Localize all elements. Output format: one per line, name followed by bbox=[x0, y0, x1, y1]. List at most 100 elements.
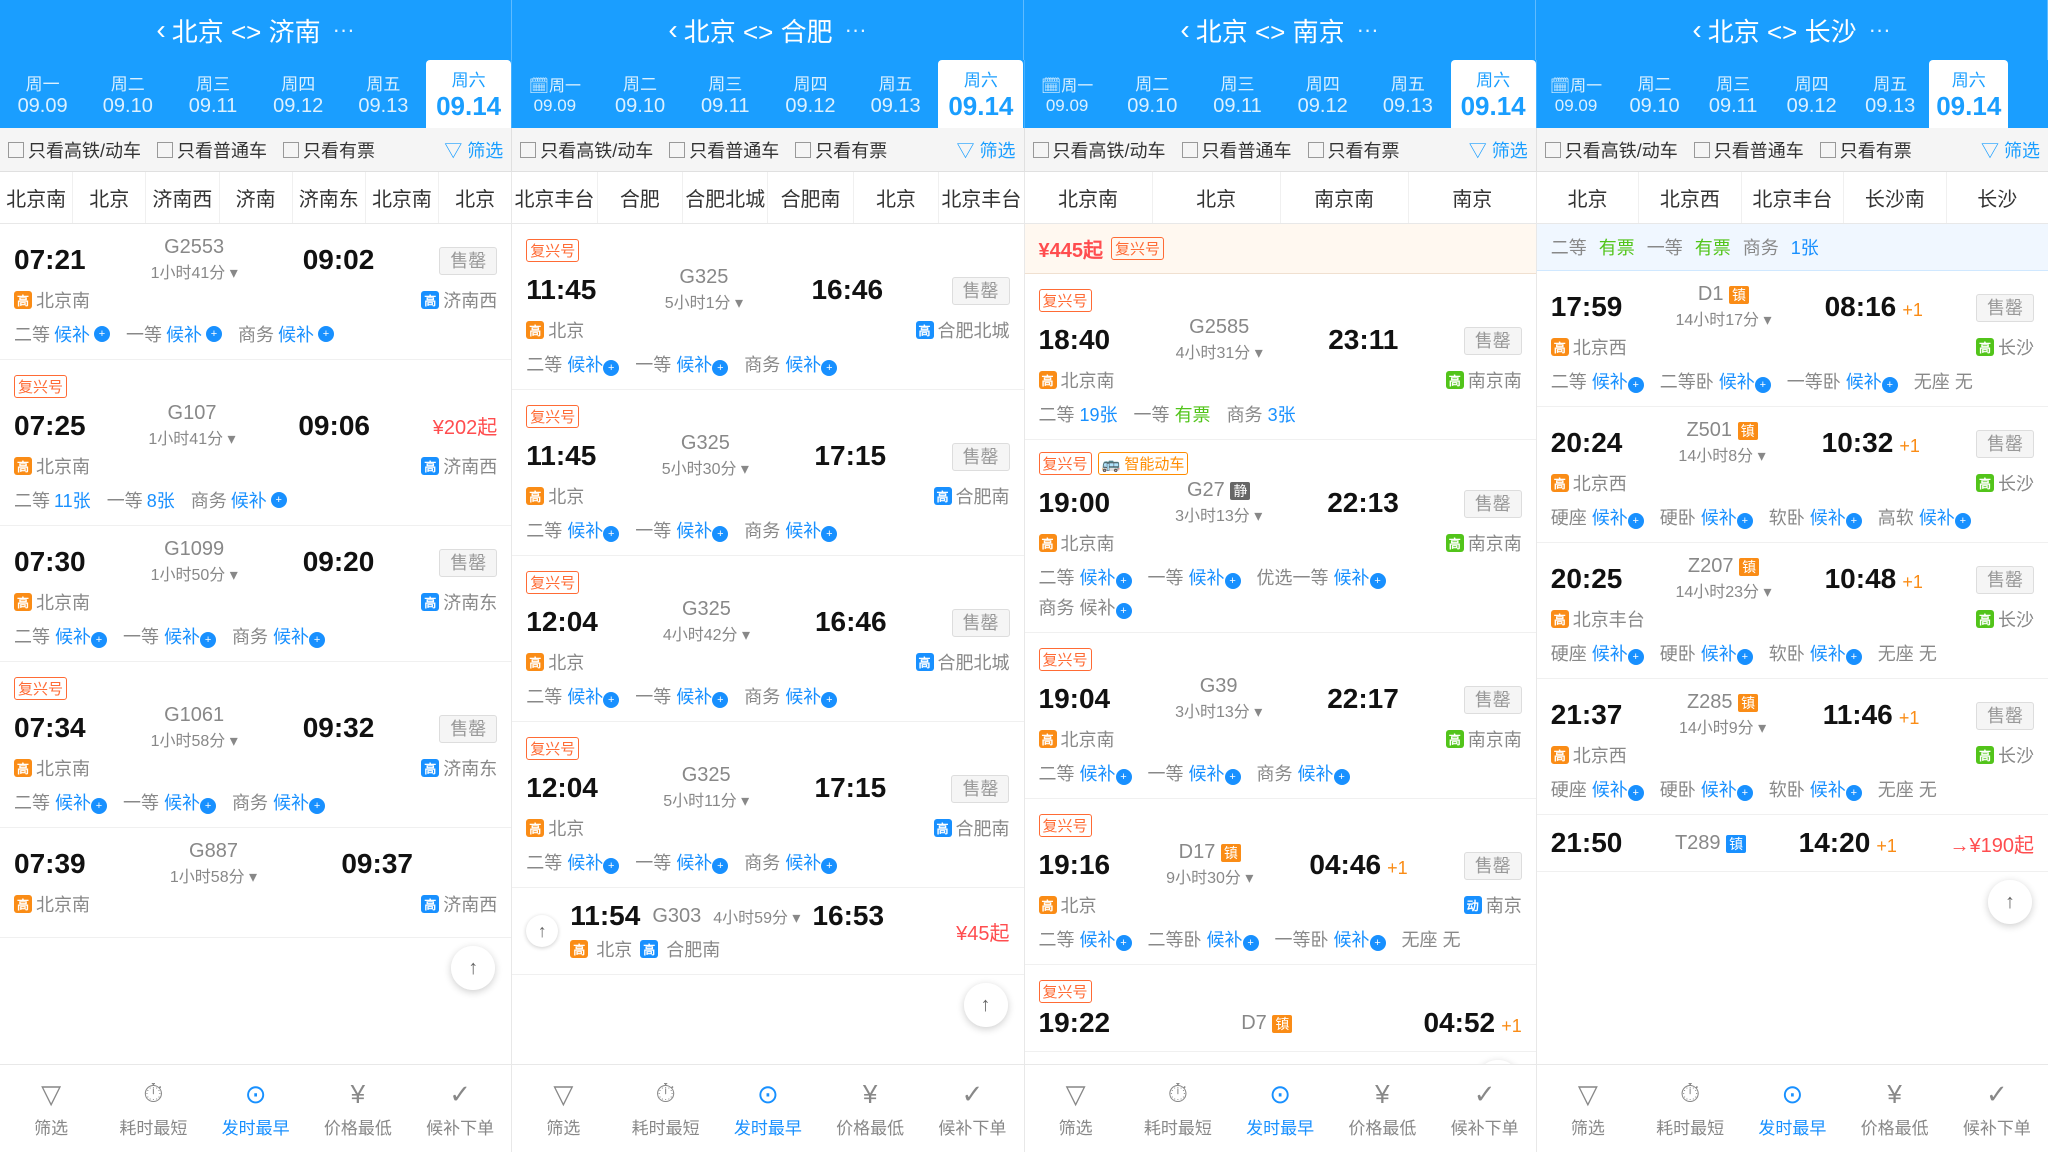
station-1-5[interactable]: 济南东 bbox=[293, 172, 366, 223]
train-card-4-3[interactable]: 20:25 Z207 镇 14小时23分 ▾ 10:48 +1 售罄 高 北京丰… bbox=[1537, 543, 2048, 679]
day-1-mon[interactable]: 周一09.09 bbox=[0, 60, 85, 128]
check-gaotie-2[interactable]: 只看高铁/动车 bbox=[520, 137, 653, 163]
station-1-6[interactable]: 北京南 bbox=[366, 172, 439, 223]
back-icon-1[interactable]: ‹ bbox=[156, 14, 165, 46]
train-card-1-4[interactable]: 复兴号 07:34 G1061 1小时58分 ▾ 09:32 售罄 高 北京南 bbox=[0, 662, 511, 828]
station-1-2[interactable]: 北京 bbox=[73, 172, 146, 223]
day-1-fri[interactable]: 周五09.13 bbox=[341, 60, 426, 128]
train-card-3-3[interactable]: 复兴号 19:04 G39 3小时13分 ▾ 22:17 售罄 高 北京南 bbox=[1025, 633, 1536, 799]
route-tab-bj-nj[interactable]: ‹ 北京 <> 南京 ··· bbox=[1024, 0, 1536, 60]
toolbar-duration-4[interactable]: ⏱ 耗时最短 bbox=[1639, 1065, 1741, 1152]
day-3-tue[interactable]: 周二09.10 bbox=[1110, 60, 1195, 128]
day-2-mon[interactable]: 🗓周一09.09 bbox=[512, 60, 597, 128]
train-card-2-2[interactable]: 复兴号 11:45 G325 5小时30分 ▾ 17:15 售罄 高 北京 bbox=[512, 390, 1023, 556]
checkbox-gaotie-1[interactable] bbox=[8, 142, 24, 158]
station-2-3[interactable]: 合肥北城 bbox=[683, 172, 768, 223]
checkbox-putong-4[interactable] bbox=[1694, 142, 1710, 158]
station-1-4[interactable]: 济南 bbox=[220, 172, 293, 223]
route-tab-bj-cs[interactable]: ‹ 北京 <> 长沙 ··· bbox=[1536, 0, 2048, 60]
day-3-wed[interactable]: 周三09.11 bbox=[1195, 60, 1280, 128]
train-card-2-5[interactable]: ↑ 11:54 G303 4小时59分 ▾ 16:53 高 北京 高 合肥南 bbox=[512, 888, 1023, 975]
day-2-thu[interactable]: 周四09.12 bbox=[768, 60, 853, 128]
day-1-wed[interactable]: 周三09.11 bbox=[170, 60, 255, 128]
station-3-2[interactable]: 北京 bbox=[1153, 172, 1281, 223]
toolbar-earliest-1[interactable]: ⊙ 发时最早 bbox=[205, 1065, 307, 1152]
station-3-4[interactable]: 南京 bbox=[1409, 172, 1536, 223]
check-putong-3[interactable]: 只看普通车 bbox=[1182, 137, 1292, 163]
day-2-wed[interactable]: 周三09.11 bbox=[683, 60, 768, 128]
toolbar-price-3[interactable]: ¥ 价格最低 bbox=[1331, 1065, 1433, 1152]
station-3-3[interactable]: 南京南 bbox=[1281, 172, 1409, 223]
toolbar-filter-3[interactable]: ▽ 筛选 bbox=[1025, 1065, 1127, 1152]
day-1-thu[interactable]: 周四09.12 bbox=[256, 60, 341, 128]
station-2-6[interactable]: 北京丰台 bbox=[939, 172, 1023, 223]
more-icon-1[interactable]: ··· bbox=[333, 17, 355, 43]
toolbar-waitbook-4[interactable]: ✓ 候补下单 bbox=[1946, 1065, 2048, 1152]
check-ticket-1[interactable]: 只看有票 bbox=[283, 137, 375, 163]
filter-btn-4[interactable]: ▽ 筛选 bbox=[1981, 137, 2040, 163]
day-4-fri[interactable]: 周五09.13 bbox=[1851, 60, 1930, 128]
toolbar-price-4[interactable]: ¥ 价格最低 bbox=[1844, 1065, 1946, 1152]
toolbar-waitbook-2[interactable]: ✓ 候补下单 bbox=[921, 1065, 1023, 1152]
filter-btn-3[interactable]: ▽ 筛选 bbox=[1469, 137, 1528, 163]
day-3-thu[interactable]: 周四09.12 bbox=[1280, 60, 1365, 128]
toolbar-duration-3[interactable]: ⏱ 耗时最短 bbox=[1127, 1065, 1229, 1152]
station-4-5[interactable]: 长沙 bbox=[1947, 172, 2048, 223]
day-2-sat[interactable]: 周六09.14 bbox=[938, 60, 1023, 128]
route-tab-bj-hf[interactable]: ‹ 北京 <> 合肥 ··· bbox=[512, 0, 1024, 60]
train-card-2-4[interactable]: 复兴号 12:04 G325 5小时11分 ▾ 17:15 售罄 高 北京 bbox=[512, 722, 1023, 888]
checkbox-ticket-2[interactable] bbox=[795, 142, 811, 158]
station-2-2[interactable]: 合肥 bbox=[598, 172, 683, 223]
station-4-3[interactable]: 北京丰台 bbox=[1742, 172, 1844, 223]
filter-btn-2[interactable]: ▽ 筛选 bbox=[956, 137, 1015, 163]
checkbox-ticket-1[interactable] bbox=[283, 142, 299, 158]
day-1-sat[interactable]: 周六09.14 bbox=[426, 60, 511, 128]
station-1-3[interactable]: 济南西 bbox=[146, 172, 219, 223]
scroll-up-btn-2[interactable]: ↑ bbox=[964, 983, 1008, 1027]
more-icon-3[interactable]: ··· bbox=[1357, 17, 1379, 43]
day-4-thu[interactable]: 周四09.12 bbox=[1772, 60, 1851, 128]
day-4-sat[interactable]: 周六09.14 bbox=[1929, 60, 2008, 128]
more-icon-4[interactable]: ··· bbox=[1869, 17, 1891, 43]
toolbar-duration-2[interactable]: ⏱ 耗时最短 bbox=[615, 1065, 717, 1152]
checkbox-gaotie-2[interactable] bbox=[520, 142, 536, 158]
more-icon-2[interactable]: ··· bbox=[845, 17, 867, 43]
check-ticket-2[interactable]: 只看有票 bbox=[795, 137, 887, 163]
back-icon-3[interactable]: ‹ bbox=[1180, 14, 1189, 46]
day-3-fri[interactable]: 周五09.13 bbox=[1365, 60, 1450, 128]
back-icon-4[interactable]: ‹ bbox=[1692, 14, 1701, 46]
checkbox-ticket-4[interactable] bbox=[1820, 142, 1836, 158]
day-4-tue[interactable]: 周二09.10 bbox=[1615, 60, 1694, 128]
toolbar-filter-4[interactable]: ▽ 筛选 bbox=[1537, 1065, 1639, 1152]
toolbar-price-1[interactable]: ¥ 价格最低 bbox=[307, 1065, 409, 1152]
station-2-4[interactable]: 合肥南 bbox=[768, 172, 853, 223]
check-putong-4[interactable]: 只看普通车 bbox=[1694, 137, 1804, 163]
back-icon-2[interactable]: ‹ bbox=[668, 14, 677, 46]
day-3-sat[interactable]: 周六09.14 bbox=[1451, 60, 1536, 128]
checkbox-ticket-3[interactable] bbox=[1308, 142, 1324, 158]
checkbox-putong-3[interactable] bbox=[1182, 142, 1198, 158]
check-putong-1[interactable]: 只看普通车 bbox=[157, 137, 267, 163]
station-2-1[interactable]: 北京丰台 bbox=[512, 172, 597, 223]
station-4-2[interactable]: 北京西 bbox=[1639, 172, 1741, 223]
day-1-tue[interactable]: 周二09.10 bbox=[85, 60, 170, 128]
toolbar-filter-1[interactable]: ▽ 筛选 bbox=[0, 1065, 102, 1152]
check-putong-2[interactable]: 只看普通车 bbox=[669, 137, 779, 163]
station-1-1[interactable]: 北京南 bbox=[0, 172, 73, 223]
train-card-4-2[interactable]: 20:24 Z501 镇 14小时8分 ▾ 10:32 +1 售罄 高 北京西 bbox=[1537, 407, 2048, 543]
toolbar-filter-2[interactable]: ▽ 筛选 bbox=[512, 1065, 614, 1152]
day-4-mon[interactable]: 🗓周一09.09 bbox=[1537, 60, 1616, 128]
route-tab-bj-jn[interactable]: ‹ 北京 <> 济南 ··· bbox=[0, 0, 512, 60]
train-card-3-2[interactable]: 复兴号 🚌 智能动车 19:00 G27 静 3小时13分 ▾ 22:13 售罄… bbox=[1025, 440, 1536, 633]
checkbox-gaotie-3[interactable] bbox=[1033, 142, 1049, 158]
train-card-3-4[interactable]: 复兴号 19:16 D17 镇 9小时30分 ▾ 04:46 +1 售罄 高 bbox=[1025, 799, 1536, 965]
train-card-2-1[interactable]: 复兴号 11:45 G325 5小时1分 ▾ 16:46 售罄 高 北京 bbox=[512, 224, 1023, 390]
check-ticket-4[interactable]: 只看有票 bbox=[1820, 137, 1912, 163]
checkbox-putong-1[interactable] bbox=[157, 142, 173, 158]
check-ticket-3[interactable]: 只看有票 bbox=[1308, 137, 1400, 163]
train-card-4-1[interactable]: 17:59 D1 镇 14小时17分 ▾ 08:16 +1 售罄 高 北京西 bbox=[1537, 271, 2048, 407]
toolbar-duration-1[interactable]: ⏱ 耗时最短 bbox=[102, 1065, 204, 1152]
train-card-4-5[interactable]: 21:50 T289 镇 14:20 +1 →¥190起 bbox=[1537, 815, 2048, 872]
station-1-7[interactable]: 北京 bbox=[439, 172, 511, 223]
check-gaotie-4[interactable]: 只看高铁/动车 bbox=[1545, 137, 1678, 163]
